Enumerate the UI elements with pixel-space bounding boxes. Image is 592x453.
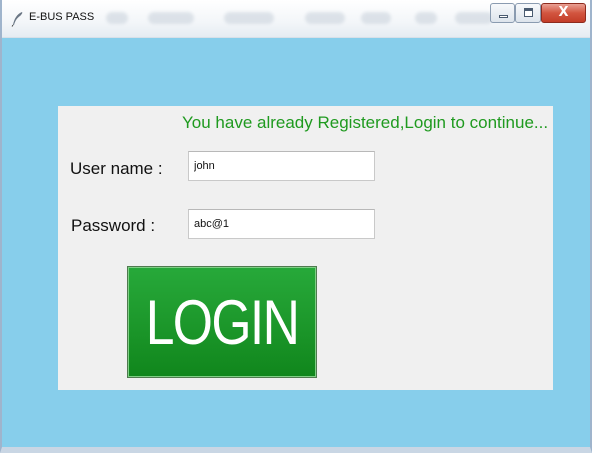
login-button[interactable]: LOGIN (127, 266, 317, 378)
app-window: E-BUS PASS X You have already Registered… (0, 0, 592, 453)
minimize-icon (491, 4, 514, 22)
window-title: E-BUS PASS (29, 11, 95, 23)
title-bar[interactable]: E-BUS PASS X (2, 0, 590, 38)
minimize-button[interactable] (490, 3, 515, 23)
registered-message: You have already Registered,Login to con… (182, 113, 549, 132)
maximize-icon (516, 4, 540, 22)
close-icon: X (558, 5, 569, 20)
login-button-label: LOGIN (145, 288, 300, 358)
password-label: Password : (71, 216, 156, 235)
maximize-button[interactable] (515, 3, 541, 23)
username-input[interactable] (188, 151, 375, 181)
login-panel: You have already Registered,Login to con… (58, 106, 553, 390)
close-button[interactable]: X (541, 3, 586, 23)
password-input[interactable] (188, 209, 375, 239)
feather-icon (11, 12, 23, 27)
username-label: User name : (70, 159, 163, 178)
